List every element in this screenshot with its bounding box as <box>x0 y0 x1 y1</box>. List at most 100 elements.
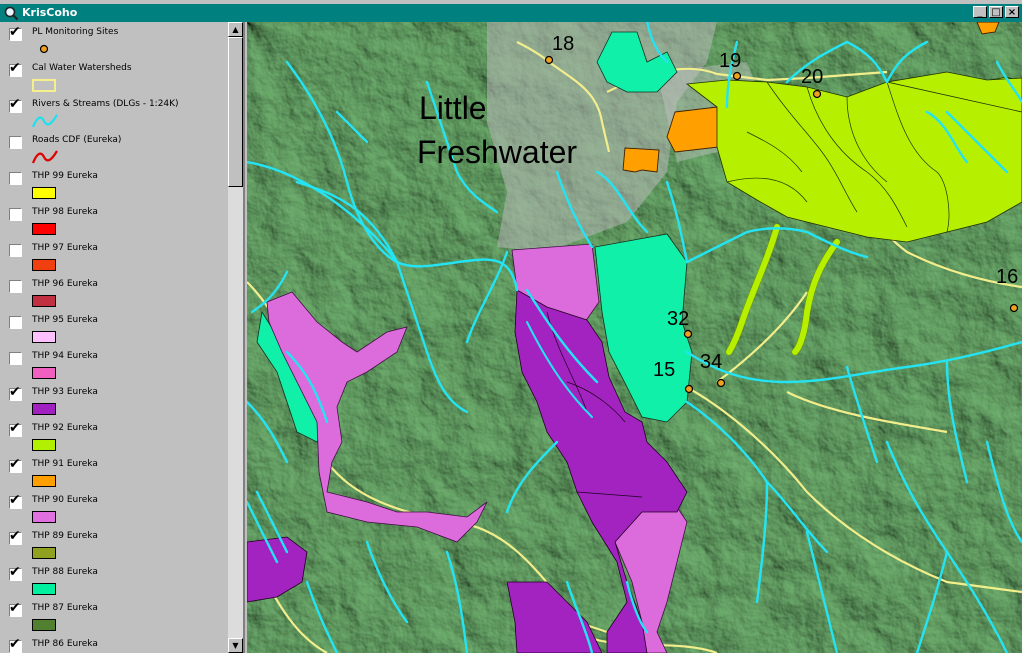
layer-name: THP 90 Eureka <box>32 495 98 505</box>
layer-name: THP 92 Eureka <box>32 423 98 433</box>
site-32-point[interactable] <box>683 329 693 339</box>
layer-row[interactable]: ✔ Cal Water Watersheds <box>0 58 228 94</box>
layer-row[interactable]: THP 94 Eureka <box>0 346 228 382</box>
layer-name: PL Monitoring Sites <box>32 27 119 37</box>
maximize-button[interactable]: □ <box>989 6 1003 18</box>
layer-row[interactable]: ✔ THP 93 Eureka <box>0 382 228 418</box>
check-icon: ✔ <box>9 636 21 652</box>
place-label-line2: Freshwater <box>417 134 577 170</box>
site-34-point[interactable] <box>716 378 726 388</box>
map-view[interactable]: 18 19 20 16 32 15 34 Little Freshwater <box>247 22 1022 653</box>
layer-row[interactable]: ✔ THP 91 Eureka <box>0 454 228 490</box>
layer-visibility-checkbox[interactable] <box>9 208 22 221</box>
layer-visibility-checkbox[interactable]: ✔ <box>9 601 22 617</box>
layer-row[interactable]: ✔ THP 86 Eureka <box>0 634 228 653</box>
app-icon <box>4 6 19 21</box>
layer-name: THP 97 Eureka <box>32 243 98 253</box>
check-icon: ✔ <box>9 96 21 112</box>
layer-row[interactable]: THP 98 Eureka <box>0 202 228 238</box>
layer-visibility-checkbox[interactable]: ✔ <box>9 60 22 77</box>
check-icon: ✔ <box>9 420 21 436</box>
layer-row[interactable]: ✔ PL Monitoring Sites <box>0 22 228 58</box>
layer-visibility-checkbox[interactable] <box>9 280 22 293</box>
toc-scrollbar[interactable]: ▲ ▼ <box>228 22 243 653</box>
layer-name: THP 96 Eureka <box>32 279 98 289</box>
layer-name: THP 95 Eureka <box>32 315 98 325</box>
line-symbol-icon <box>32 150 58 164</box>
layer-row[interactable]: THP 99 Eureka <box>0 166 228 202</box>
scroll-down-button[interactable]: ▼ <box>228 638 243 653</box>
layer-row[interactable]: ✔ THP 87 Eureka <box>0 598 228 634</box>
check-icon: ✔ <box>9 384 21 400</box>
layer-name: THP 86 Eureka <box>32 639 98 649</box>
site-label-32: 32 <box>667 308 689 330</box>
layer-visibility-checkbox[interactable] <box>9 316 22 329</box>
layer-row[interactable]: Roads CDF (Eureka) <box>0 130 228 166</box>
layer-visibility-checkbox[interactable]: ✔ <box>9 636 22 653</box>
scroll-up-button[interactable]: ▲ <box>228 22 243 37</box>
layer-fill-swatch <box>32 187 56 199</box>
check-icon: ✔ <box>9 564 21 580</box>
minimize-button[interactable]: _ <box>973 6 987 18</box>
layer-name: Roads CDF (Eureka) <box>32 135 122 145</box>
layer-name: THP 89 Eureka <box>32 531 98 541</box>
layer-fill-swatch <box>32 511 56 523</box>
close-button[interactable]: × <box>1005 6 1019 18</box>
layer-visibility-checkbox[interactable]: ✔ <box>9 420 22 437</box>
layer-name: Cal Water Watersheds <box>32 63 132 73</box>
layer-name: THP 99 Eureka <box>32 171 98 181</box>
site-18-point[interactable] <box>544 55 554 65</box>
layer-visibility-checkbox[interactable] <box>9 244 22 257</box>
layer-visibility-checkbox[interactable]: ✔ <box>9 492 22 509</box>
layer-visibility-checkbox[interactable] <box>9 172 22 185</box>
layer-row[interactable]: ✔ THP 89 Eureka <box>0 526 228 562</box>
layer-row[interactable]: THP 97 Eureka <box>0 238 228 274</box>
layer-fill-swatch <box>32 223 56 235</box>
line-symbol-icon <box>32 114 58 128</box>
layer-visibility-checkbox[interactable] <box>9 136 22 149</box>
layer-table-of-contents: ✔ PL Monitoring Sites ✔ Cal Water Watershed… <box>0 22 245 653</box>
layer-fill-swatch <box>32 295 56 307</box>
title-bar[interactable]: KrisCoho _ □ × <box>0 4 1022 22</box>
layer-visibility-checkbox[interactable]: ✔ <box>9 384 22 401</box>
layer-row[interactable]: ✔ THP 88 Eureka <box>0 562 228 598</box>
check-icon: ✔ <box>9 60 21 76</box>
site-label-18: 18 <box>552 33 574 55</box>
layer-visibility-checkbox[interactable] <box>9 352 22 365</box>
site-19-point[interactable] <box>732 71 742 81</box>
layer-visibility-checkbox[interactable]: ✔ <box>9 529 22 545</box>
layer-name: THP 87 Eureka <box>32 603 98 613</box>
layer-visibility-checkbox[interactable]: ✔ <box>9 25 22 41</box>
layer-fill-swatch <box>32 367 56 379</box>
site-20-point[interactable] <box>812 89 822 99</box>
layer-name: THP 94 Eureka <box>32 351 98 361</box>
layer-visibility-checkbox[interactable]: ✔ <box>9 564 22 581</box>
layer-fill-swatch <box>32 583 56 595</box>
layer-visibility-checkbox[interactable]: ✔ <box>9 456 22 473</box>
layer-name: Rivers & Streams (DLGs - 1:24K) <box>32 99 179 109</box>
layer-fill-swatch <box>32 547 56 559</box>
layer-row[interactable]: THP 95 Eureka <box>0 310 228 346</box>
site-label-34: 34 <box>700 351 722 373</box>
layer-fill-swatch <box>32 259 56 271</box>
layer-fill-swatch <box>32 439 56 451</box>
layer-visibility-checkbox[interactable]: ✔ <box>9 96 22 113</box>
polygon-outline-icon <box>32 79 56 92</box>
layer-row[interactable]: ✔ THP 90 Eureka <box>0 490 228 526</box>
check-icon: ✔ <box>9 492 21 508</box>
site-label-15: 15 <box>653 359 675 381</box>
layer-row[interactable]: ✔ Rivers & Streams (DLGs - 1:24K) <box>0 94 228 130</box>
layer-row[interactable]: THP 96 Eureka <box>0 274 228 310</box>
check-icon: ✔ <box>9 456 21 472</box>
site-label-20: 20 <box>801 66 823 88</box>
map-canvas: 18 19 20 16 32 15 34 Little Freshwater <box>247 22 1022 653</box>
layer-name: THP 93 Eureka <box>32 387 98 397</box>
site-16-point[interactable] <box>1009 303 1019 313</box>
place-label-line1: Little <box>419 90 487 126</box>
scroll-thumb[interactable] <box>228 37 243 187</box>
layer-row[interactable]: ✔ THP 92 Eureka <box>0 418 228 454</box>
layer-name: THP 98 Eureka <box>32 207 98 217</box>
site-label-19: 19 <box>719 50 741 72</box>
site-15-point[interactable] <box>684 384 694 394</box>
layer-name: THP 91 Eureka <box>32 459 98 469</box>
